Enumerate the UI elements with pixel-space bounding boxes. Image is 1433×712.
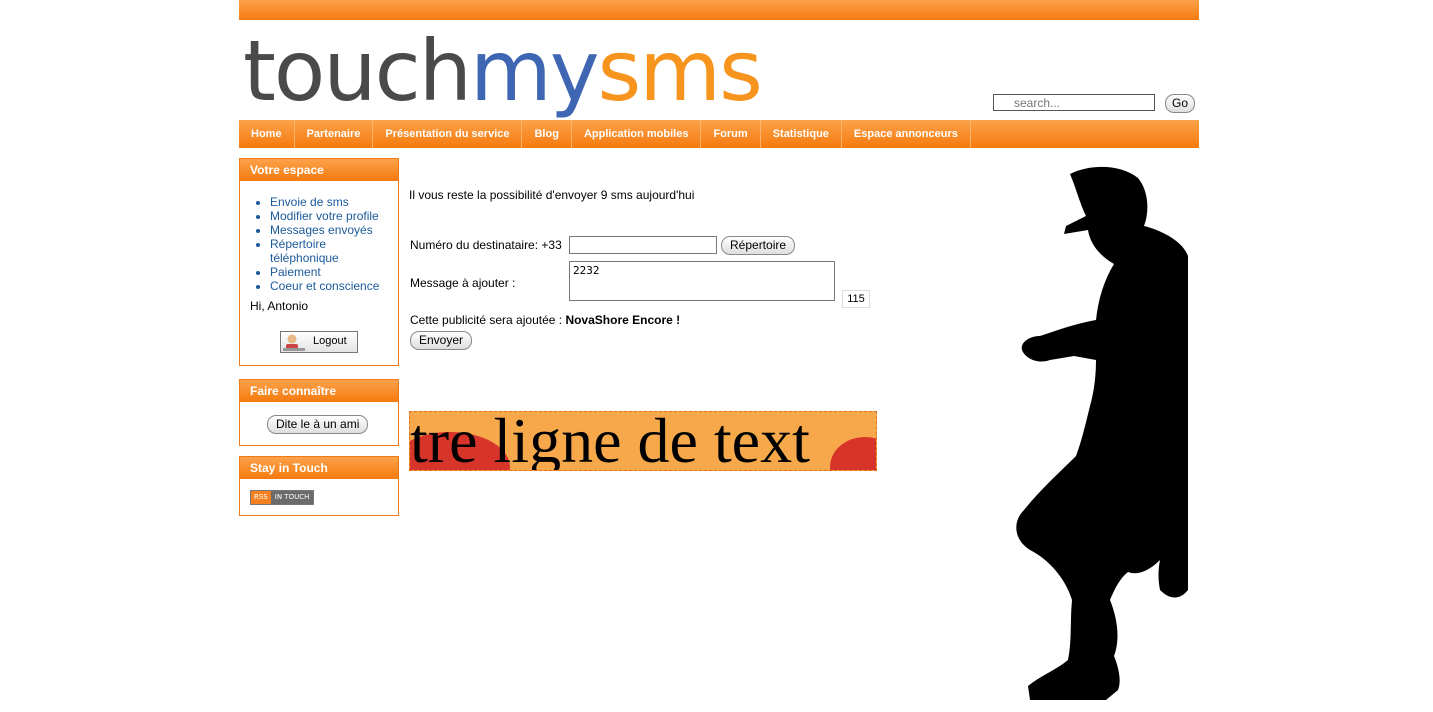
logout-button[interactable]: Logout — [280, 331, 358, 353]
search-form: Go — [993, 94, 1196, 113]
votre-espace-menu: Envoie de sms Modifier votre profile Mes… — [240, 195, 398, 293]
votre-espace-box: Votre espace Envoie de sms Modifier votr… — [239, 158, 399, 366]
nav-home[interactable]: Home — [239, 120, 295, 148]
nav-presentation[interactable]: Présentation du service — [373, 120, 523, 148]
nav-statistique[interactable]: Statistique — [761, 120, 842, 148]
nav-espace-annonceurs[interactable]: Espace annonceurs — [842, 120, 971, 148]
remaining-sms-info: Il vous reste la possibilité d'envoyer 9… — [409, 188, 695, 202]
menu-repertoire[interactable]: Répertoire téléphonique — [270, 237, 398, 265]
search-go-button[interactable]: Go — [1165, 94, 1196, 113]
menu-coeur-conscience[interactable]: Coeur et conscience — [270, 279, 398, 293]
logout-label: Logout — [313, 335, 347, 347]
menu-modifier-profile[interactable]: Modifier votre profile — [270, 209, 398, 223]
recipient-label: Numéro du destinataire: +33 — [410, 238, 562, 252]
send-button[interactable]: Envoyer — [410, 331, 473, 350]
faire-connaitre-title: Faire connaître — [240, 380, 398, 402]
message-textarea[interactable]: 2232 — [569, 261, 835, 301]
banner-text: tre ligne de text — [410, 411, 810, 471]
nav-applications[interactable]: Application mobiles — [572, 120, 702, 148]
menu-envoie-sms[interactable]: Envoie de sms — [270, 195, 398, 209]
repertoire-button[interactable]: Répertoire — [721, 236, 796, 255]
logo-part-my: my — [470, 22, 600, 120]
pub-line: Cette publicité sera ajoutée : NovaShore… — [410, 313, 680, 327]
votre-espace-title: Votre espace — [240, 159, 398, 181]
nav-forum[interactable]: Forum — [701, 120, 761, 148]
recipient-input[interactable] — [569, 236, 717, 254]
top-bar — [239, 0, 1199, 20]
site-logo[interactable]: touchmysms — [243, 26, 763, 116]
nav-partenaire[interactable]: Partenaire — [295, 120, 374, 148]
rss-badge[interactable]: RSS IN TOUCH — [250, 490, 315, 505]
ad-banner[interactable]: tre ligne de text — [409, 411, 877, 471]
tell-a-friend-button[interactable]: Dite le à un ami — [267, 415, 369, 434]
logo-part-touch: touch — [243, 22, 472, 120]
menu-paiement[interactable]: Paiement — [270, 265, 398, 279]
tomato-graphic — [830, 437, 876, 470]
rss-text: IN TOUCH — [270, 491, 314, 504]
search-input[interactable] — [993, 94, 1155, 111]
message-label: Message à ajouter : — [410, 276, 516, 290]
person-texting-silhouette — [1016, 166, 1188, 701]
rss-label: RSS — [251, 491, 271, 504]
stay-in-touch-box: Stay in Touch RSS IN TOUCH — [239, 456, 399, 516]
stay-in-touch-title: Stay in Touch — [240, 457, 398, 479]
faire-connaitre-box: Faire connaître Dite le à un ami — [239, 379, 399, 446]
main-nav: Home Partenaire Présentation du service … — [239, 120, 1199, 148]
char-counter: 115 — [842, 290, 870, 308]
logo-part-sms: sms — [597, 22, 763, 120]
pub-prefix: Cette publicité sera ajoutée : — [410, 313, 563, 327]
greeting: Hi, Antonio — [250, 299, 309, 313]
menu-messages-envoyes[interactable]: Messages envoyés — [270, 223, 398, 237]
pub-name: NovaShore Encore ! — [565, 313, 681, 327]
nav-blog[interactable]: Blog — [522, 120, 572, 148]
user-icon — [283, 334, 305, 351]
